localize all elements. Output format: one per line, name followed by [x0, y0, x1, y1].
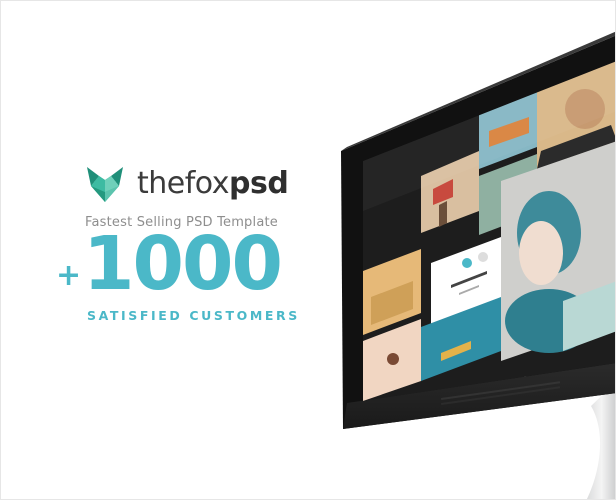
promo-banner: thefoxpsd Fastest Selling PSD Template +… — [0, 0, 616, 500]
imac-mockup — [341, 31, 615, 499]
imac-stand — [586, 382, 615, 499]
